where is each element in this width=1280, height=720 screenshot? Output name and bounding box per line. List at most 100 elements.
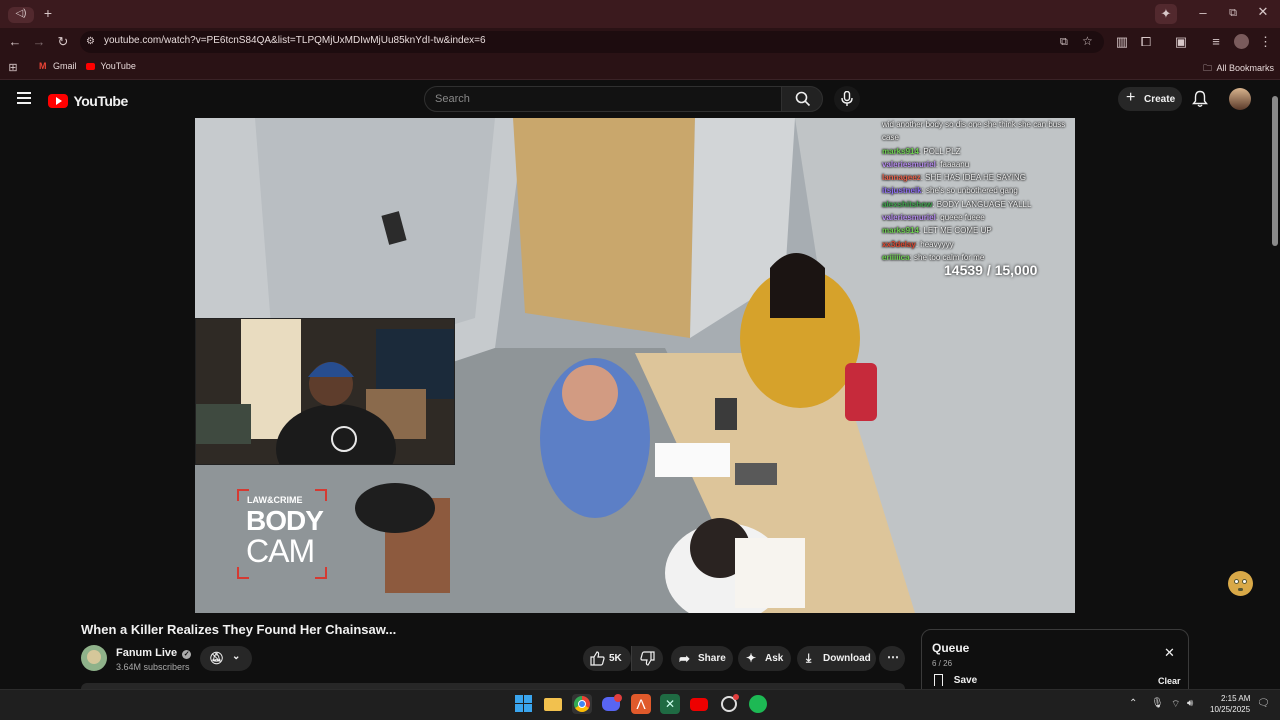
search-button[interactable] (781, 86, 823, 112)
emoji-reaction-button[interactable] (1228, 571, 1253, 596)
windows-start-icon[interactable] (514, 694, 534, 714)
download-label: Download (823, 653, 871, 664)
plus-icon: + (1126, 89, 1136, 106)
chat-username: eriiiiica (882, 252, 910, 262)
ask-button[interactable]: ✦ Ask (738, 646, 791, 671)
bookmark-star-icon[interactable]: ☆ (1082, 34, 1093, 48)
queue-save-button[interactable]: Save (934, 674, 977, 686)
share-button[interactable]: ➦ Share (671, 646, 733, 671)
close-window-icon[interactable]: ✕ (1256, 5, 1270, 19)
chrome-taskbar-icon[interactable] (572, 694, 592, 714)
like-button[interactable]: 5K (583, 646, 631, 671)
chat-message: itsjustneik: she's so unbothered gang (882, 186, 1018, 196)
minimize-window-icon[interactable]: – (1196, 6, 1210, 20)
chat-message: valeriesmuriel: faaaanu (882, 159, 970, 169)
chat-text: faaaanu (940, 159, 970, 169)
more-dots-icon: ⋯ (887, 650, 899, 664)
microphone-icon (841, 91, 853, 106)
bookmark-gmail[interactable]: M Gmail (39, 61, 77, 71)
bookmarks-bar: ⊞ (0, 56, 1280, 80)
chat-username: valeriesmuriel (882, 159, 936, 169)
taskbar-date[interactable]: 10/25/2025 (1210, 705, 1250, 714)
channel-name[interactable]: Fanum Live ✓ (116, 647, 192, 659)
browser-menu-icon[interactable]: ⋮ (1259, 35, 1272, 49)
like-count: 5K (609, 653, 622, 664)
chat-username: alexshitshow (882, 199, 933, 209)
tab-audio-icon[interactable]: ◁) (8, 7, 34, 23)
steam-icon[interactable] (719, 694, 739, 714)
chat-username: lannageez (882, 173, 921, 183)
excel-icon[interactable]: ✕ (660, 694, 680, 714)
badge-cam: CAM (246, 533, 315, 569)
gemini-sparkle-icon[interactable]: ✦ (1155, 4, 1177, 24)
queue-title: Queue (932, 641, 970, 655)
chat-message: marks914: POLL PLZ (882, 146, 961, 156)
queue-clear-button[interactable]: Clear (1158, 676, 1181, 686)
wifi-icon[interactable]: ⌔ (1171, 698, 1180, 711)
extensions-puzzle-icon[interactable]: ⧠ (1139, 35, 1153, 49)
chat-username: marks914 (882, 146, 919, 156)
create-label: Create (1144, 94, 1176, 105)
back-arrow-icon[interactable]: ← (7, 35, 23, 49)
more-actions-button[interactable]: ⋯ (879, 646, 905, 671)
queue-close-icon[interactable]: ✕ (1164, 645, 1175, 661)
hamburger-menu-icon[interactable] (17, 92, 31, 104)
youtube-app-icon[interactable] (689, 694, 709, 714)
body-cam-badge: LAW&CRIME BODY CAM (237, 489, 327, 579)
file-explorer-icon[interactable] (543, 694, 563, 714)
notification-subscribe-button[interactable]: 🔕︎ ⌄ (200, 646, 252, 671)
chat-message: marks914: LET ME COME UP (882, 226, 992, 236)
reload-icon[interactable]: ↻ (55, 35, 71, 49)
address-bar[interactable]: ⚙ youtube.com/watch?v=PE6tcnS84QA&list=T… (80, 31, 1104, 53)
voice-search-button[interactable] (834, 86, 860, 112)
download-button[interactable]: ⤓ Download (797, 646, 876, 671)
browser-tab-bar: ◁) + ✦ – ⧉ ✕ (0, 0, 1280, 28)
extension-waveform-icon[interactable]: ▥ (1115, 35, 1129, 49)
chat-username: marks914 (882, 226, 919, 236)
notifications-bell-icon[interactable] (1192, 90, 1208, 108)
bookmark-youtube[interactable]: YouTube (86, 61, 136, 71)
app-a-icon[interactable]: Λ (631, 694, 651, 714)
microphone-tray-icon[interactable]: 🎙︎ (1151, 698, 1164, 709)
spotify-icon[interactable] (748, 694, 768, 714)
dislike-button[interactable] (631, 646, 663, 671)
chat-text: wid another body so dis one she think sh… (882, 120, 1066, 143)
chat-message: xx3delay: heavyyyy (882, 239, 954, 249)
channel-avatar[interactable] (81, 645, 107, 671)
queue-save-label: Save (953, 674, 978, 686)
chat-text: queee fueee (940, 213, 985, 223)
taskbar-time[interactable]: 2:15 AM (1221, 694, 1250, 703)
apps-grid-icon[interactable]: ⊞ (7, 61, 19, 75)
create-button[interactable]: + Create (1118, 87, 1182, 111)
tray-chevron-up-icon[interactable]: ⌃ (1129, 698, 1137, 709)
new-tab-plus-icon[interactable]: + (41, 6, 55, 20)
notification-center-icon[interactable]: 🗨︎ (1257, 698, 1270, 709)
video-title: When a Killer Realizes They Found Her Ch… (81, 622, 397, 637)
chat-text: BODY LANGUAGE YALLL (936, 199, 1032, 209)
bookmark-youtube-label: YouTube (100, 61, 136, 71)
speaker-icon[interactable]: 🔊︎ (1187, 698, 1193, 709)
account-avatar[interactable] (1229, 88, 1251, 110)
side-panel-icon[interactable]: ▣ (1174, 35, 1188, 49)
webcam-scene (196, 319, 454, 464)
reading-list-icon[interactable]: ≡ (1209, 35, 1223, 49)
chat-username: itsjustneik (882, 186, 922, 196)
search-box[interactable] (424, 86, 782, 112)
install-app-icon[interactable]: ⧉ (1060, 35, 1068, 49)
bookmark-gmail-label: Gmail (53, 61, 77, 71)
chat-message: wid another body so dis one she think sh… (882, 118, 1074, 145)
all-bookmarks[interactable]: 🗀 All Bookmarks (1203, 61, 1274, 77)
ask-label: Ask (765, 653, 784, 664)
search-input[interactable] (435, 93, 755, 105)
sparkle-icon: ✦ (746, 651, 757, 665)
thumbs-up-icon (590, 651, 605, 666)
restore-window-icon[interactable]: ⧉ (1226, 6, 1240, 20)
site-info-icon[interactable]: ⚙ (86, 35, 95, 49)
forward-arrow-icon[interactable]: → (31, 35, 47, 49)
chat-username: valeriesmuriel (882, 213, 936, 223)
chat-text: POLL PLZ (923, 146, 961, 156)
scrollbar-thumb[interactable] (1272, 96, 1278, 246)
youtube-logo[interactable]: YouTube (48, 92, 128, 109)
profile-avatar-icon[interactable] (1234, 34, 1249, 49)
discord-icon[interactable] (601, 694, 622, 714)
